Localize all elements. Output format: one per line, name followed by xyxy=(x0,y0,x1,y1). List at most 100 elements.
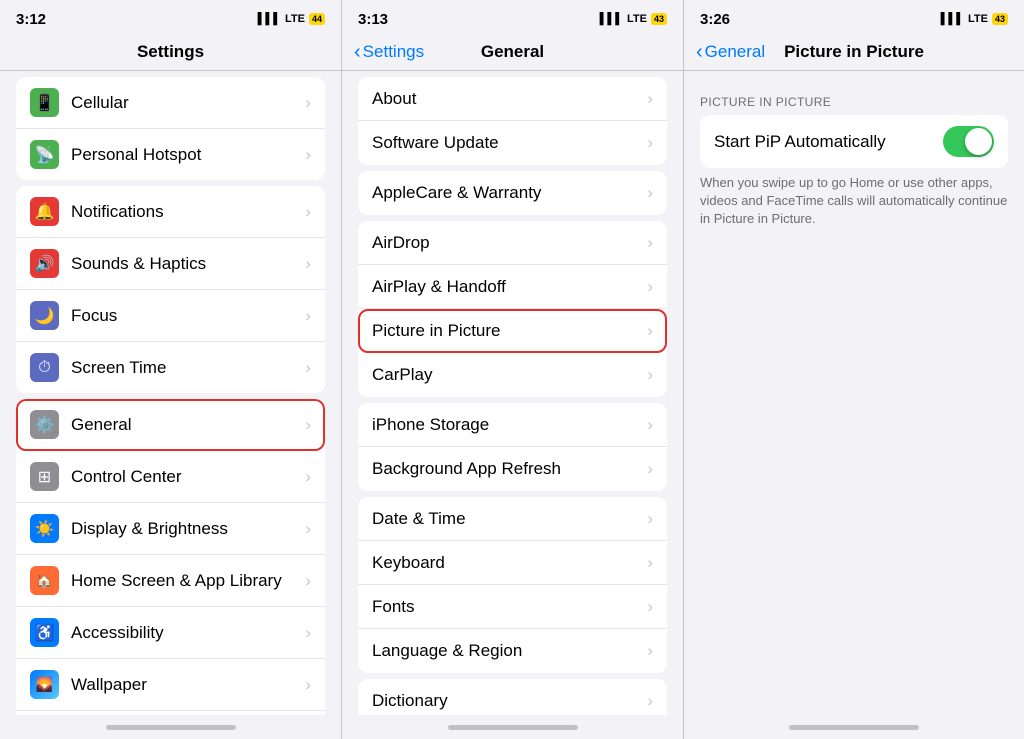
list-item-dictionary[interactable]: Dictionary › xyxy=(358,679,667,715)
group-storage: iPhone Storage › Background App Refresh … xyxy=(358,403,667,491)
group-airservices: AirDrop › AirPlay & Handoff › Picture in… xyxy=(358,221,667,397)
home-bar-1 xyxy=(106,725,236,730)
panel-settings: 3:12 ▌▌▌ LTE 44 Settings 📱 Cellular › 📡 … xyxy=(0,0,342,739)
carplay-chevron: › xyxy=(647,365,653,385)
airdrop-label: AirDrop xyxy=(372,233,643,253)
list-item-pip-toggle[interactable]: Start PiP Automatically xyxy=(700,115,1008,168)
status-bar-3: 3:26 ▌▌▌ LTE 43 xyxy=(684,0,1024,36)
cellular-icon: 📱 xyxy=(30,88,59,117)
status-time-2: 3:13 xyxy=(358,11,388,28)
languageregion-label: Language & Region xyxy=(372,641,643,661)
pip-auto-label: Start PiP Automatically xyxy=(714,132,943,152)
pip-chevron: › xyxy=(647,321,653,341)
list-item-about[interactable]: About › xyxy=(358,77,667,121)
status-time-1: 3:12 xyxy=(16,11,46,28)
lte-label-2: LTE xyxy=(627,13,647,25)
panel-general: 3:13 ▌▌▌ LTE 43 ‹ Settings General About… xyxy=(342,0,684,739)
back-to-settings[interactable]: ‹ Settings xyxy=(354,42,424,62)
focus-chevron: › xyxy=(305,306,311,326)
wallpaper-label: Wallpaper xyxy=(71,675,301,695)
list-item-airdrop[interactable]: AirDrop › xyxy=(358,221,667,265)
keyboard-label: Keyboard xyxy=(372,553,643,573)
list-item-backgroundrefresh[interactable]: Background App Refresh › xyxy=(358,447,667,491)
screentime-label: Screen Time xyxy=(71,358,301,378)
list-item-fonts[interactable]: Fonts › xyxy=(358,585,667,629)
dictionary-label: Dictionary xyxy=(372,691,643,711)
back-chevron-2: ‹ xyxy=(354,42,361,62)
lte-badge-3: 43 xyxy=(992,13,1008,25)
controlcenter-icon: ⊞ xyxy=(30,462,59,491)
list-item-sounds[interactable]: 🔊 Sounds & Haptics › xyxy=(16,238,325,290)
list-item-display[interactable]: ☀️ Display & Brightness › xyxy=(16,503,325,555)
list-item-accessibility[interactable]: ♿ Accessibility › xyxy=(16,607,325,659)
general-chevron: › xyxy=(305,415,311,435)
hotspot-chevron: › xyxy=(305,145,311,165)
languageregion-chevron: › xyxy=(647,641,653,661)
list-item-hotspot[interactable]: 📡 Personal Hotspot › xyxy=(16,129,325,180)
list-item-homescreen[interactable]: 🏠 Home Screen & App Library › xyxy=(16,555,325,607)
status-bar-2: 3:13 ▌▌▌ LTE 43 xyxy=(342,0,683,36)
list-item-softwareupdate[interactable]: Software Update › xyxy=(358,121,667,165)
list-item-airplay[interactable]: AirPlay & Handoff › xyxy=(358,265,667,309)
general-icon: ⚙️ xyxy=(30,410,59,439)
accessibility-icon: ♿ xyxy=(30,618,59,647)
signal-icon-2: ▌▌▌ xyxy=(600,13,623,25)
about-label: About xyxy=(372,89,643,109)
wallpaper-icon: 🌄 xyxy=(30,670,59,699)
group-system: ⚙️ General › ⊞ Control Center › ☀️ Displ… xyxy=(16,399,325,715)
pip-toggle[interactable] xyxy=(943,126,994,157)
screentime-icon: ⏱ xyxy=(30,353,59,382)
back-label-2: Settings xyxy=(363,42,424,62)
list-item-keyboard[interactable]: Keyboard › xyxy=(358,541,667,585)
lte-label-3: LTE xyxy=(968,13,988,25)
list-item-screentime[interactable]: ⏱ Screen Time › xyxy=(16,342,325,393)
list-item-controlcenter[interactable]: ⊞ Control Center › xyxy=(16,451,325,503)
fonts-label: Fonts xyxy=(372,597,643,617)
display-label: Display & Brightness xyxy=(71,519,301,539)
list-item-notifications[interactable]: 🔔 Notifications › xyxy=(16,186,325,238)
lte-badge-1: 44 xyxy=(309,13,325,25)
iphonestorage-chevron: › xyxy=(647,415,653,435)
nav-bar-general: ‹ Settings General xyxy=(342,36,683,71)
signal-icon-3: ▌▌▌ xyxy=(941,13,964,25)
keyboard-chevron: › xyxy=(647,553,653,573)
cellular-chevron: › xyxy=(305,93,311,113)
nav-bar-pip: ‹ General Picture in Picture xyxy=(684,36,1024,71)
datetime-label: Date & Time xyxy=(372,509,643,529)
pip-section-header: PICTURE IN PICTURE xyxy=(684,71,1024,115)
status-time-3: 3:26 xyxy=(700,11,730,28)
pip-content: PICTURE IN PICTURE Start PiP Automatical… xyxy=(684,71,1024,715)
back-to-general[interactable]: ‹ General xyxy=(696,42,765,62)
sounds-chevron: › xyxy=(305,254,311,274)
list-item-iphonestorage[interactable]: iPhone Storage › xyxy=(358,403,667,447)
airplay-chevron: › xyxy=(647,277,653,297)
home-indicator-3 xyxy=(684,715,1024,739)
general-page-title: General xyxy=(481,42,544,62)
list-item-pip[interactable]: Picture in Picture › xyxy=(358,309,667,353)
screentime-chevron: › xyxy=(305,358,311,378)
notifications-icon: 🔔 xyxy=(30,197,59,226)
list-item-wallpaper[interactable]: 🌄 Wallpaper › xyxy=(16,659,325,711)
homescreen-chevron: › xyxy=(305,571,311,591)
accessibility-label: Accessibility xyxy=(71,623,301,643)
pip-toggle-container[interactable] xyxy=(943,126,994,157)
list-item-applecare[interactable]: AppleCare & Warranty › xyxy=(358,171,667,215)
datetime-chevron: › xyxy=(647,509,653,529)
list-item-languageregion[interactable]: Language & Region › xyxy=(358,629,667,673)
group-about: About › Software Update › xyxy=(358,77,667,165)
list-item-general[interactable]: ⚙️ General › xyxy=(16,399,325,451)
backgroundrefresh-chevron: › xyxy=(647,459,653,479)
list-item-carplay[interactable]: CarPlay › xyxy=(358,353,667,397)
group-locale: Date & Time › Keyboard › Fonts › Languag… xyxy=(358,497,667,673)
general-list[interactable]: About › Software Update › AppleCare & Wa… xyxy=(342,71,683,715)
nav-bar-settings: Settings xyxy=(0,36,341,71)
wallpaper-chevron: › xyxy=(305,675,311,695)
status-icons-3: ▌▌▌ LTE 43 xyxy=(941,13,1008,25)
home-indicator-1 xyxy=(0,715,341,739)
list-item-focus[interactable]: 🌙 Focus › xyxy=(16,290,325,342)
iphonestorage-label: iPhone Storage xyxy=(372,415,643,435)
back-label-3: General xyxy=(705,42,765,62)
list-item-datetime[interactable]: Date & Time › xyxy=(358,497,667,541)
list-item-cellular[interactable]: 📱 Cellular › xyxy=(16,77,325,129)
settings-list[interactable]: 📱 Cellular › 📡 Personal Hotspot › 🔔 Noti… xyxy=(0,71,341,715)
